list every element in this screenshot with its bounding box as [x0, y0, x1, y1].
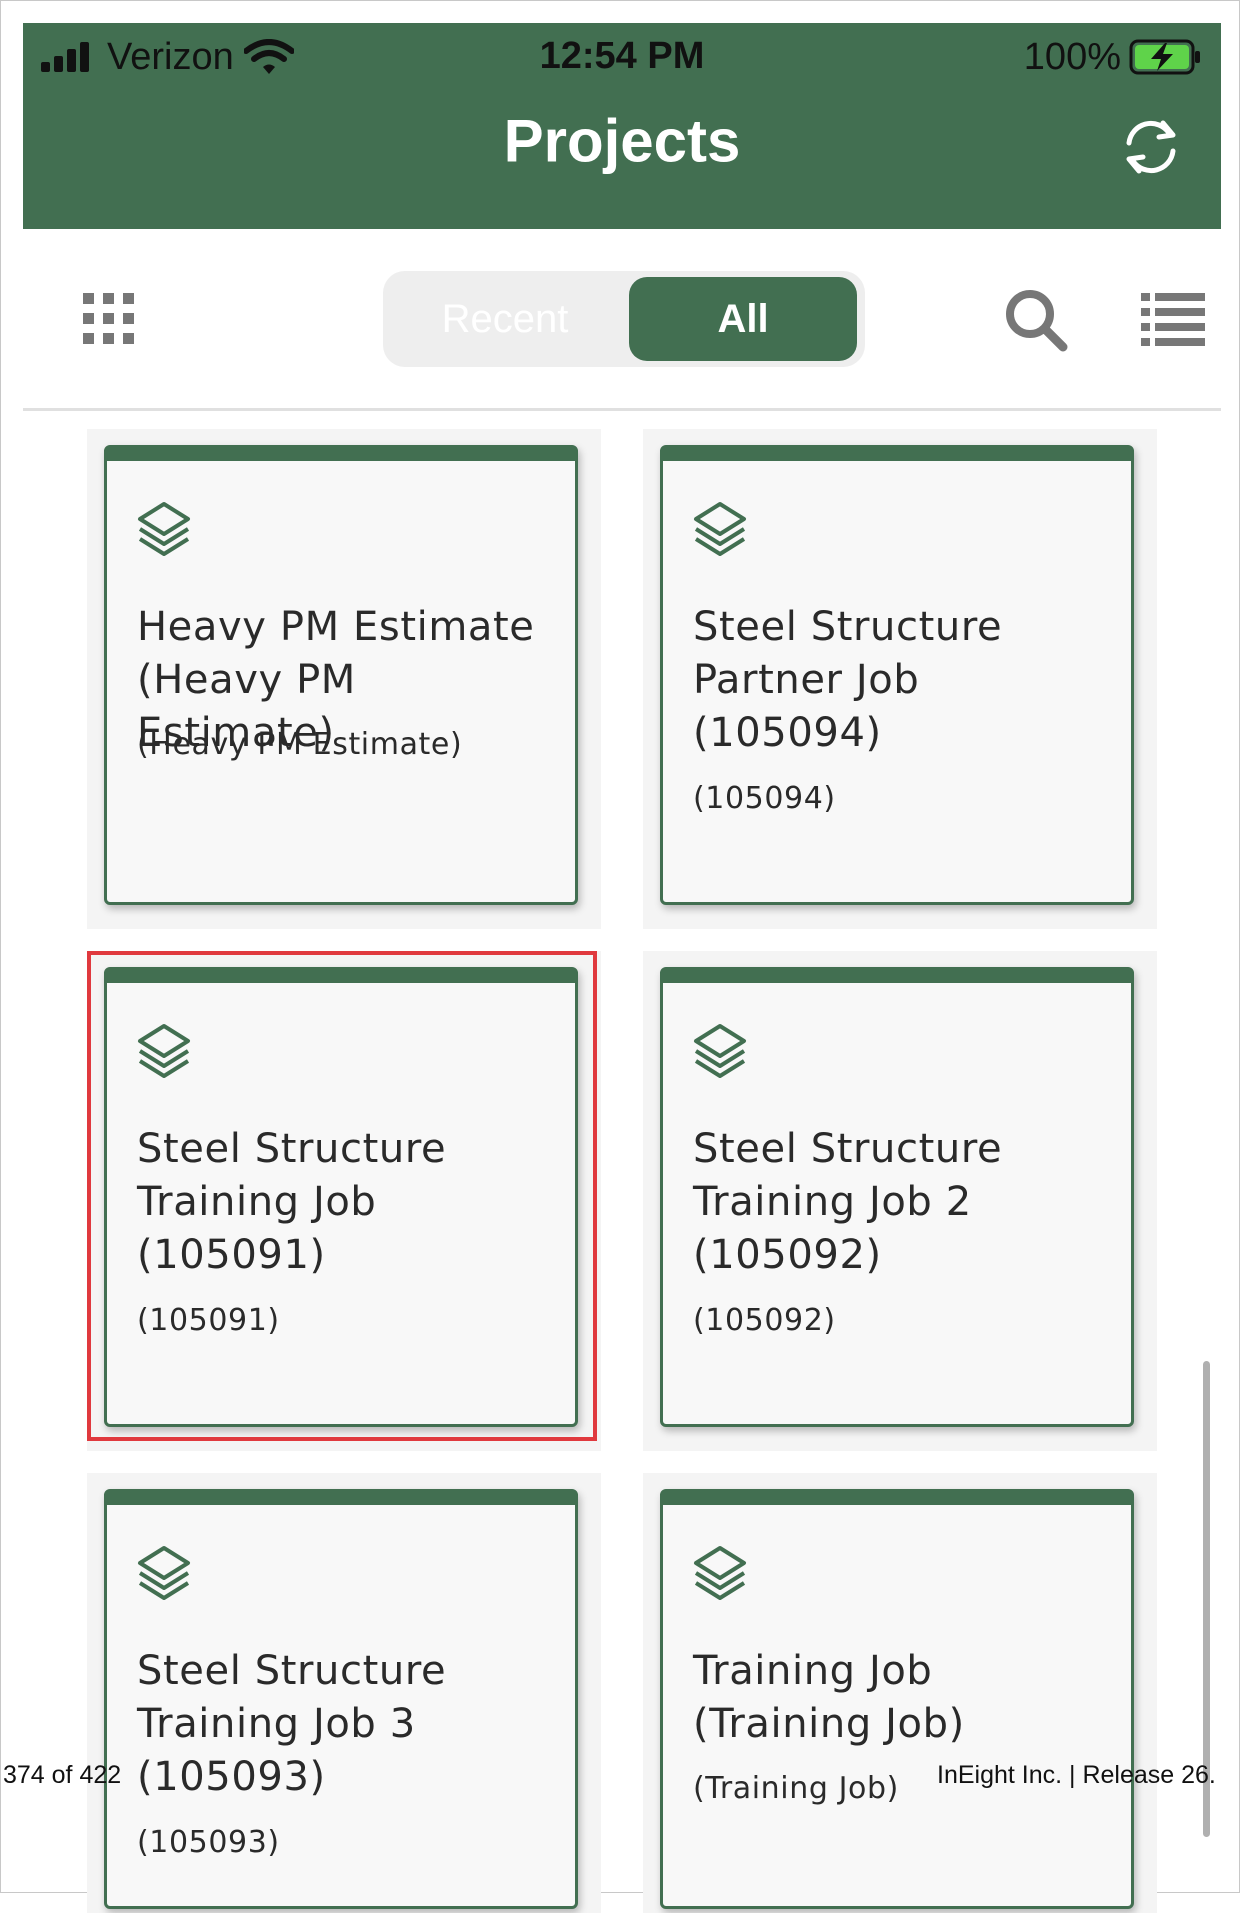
page-number: 374 of 422 — [3, 1761, 122, 1789]
screenshot-frame: Verizon 12:54 PM 100% Projects Recent Al… — [0, 0, 1240, 1913]
refresh-icon[interactable] — [1117, 113, 1185, 181]
battery-charging-icon — [1129, 39, 1200, 75]
recent-all-segmented-control: Recent All — [383, 271, 865, 367]
toolbar-divider — [23, 408, 1221, 411]
battery-percent: 100% — [1023, 35, 1121, 78]
project-subtitle: (105093) — [137, 1825, 280, 1860]
layers-icon — [694, 1024, 746, 1078]
project-card[interactable]: Steel Structure Training Job 3 (105093) … — [104, 1489, 578, 1909]
project-card[interactable]: Training Job (Training Job) (Training Jo… — [660, 1489, 1134, 1909]
project-card[interactable]: Steel Structure Partner Job (105094) (10… — [660, 445, 1134, 905]
footer-company: InEight Inc. | Release 26. — [937, 1761, 1216, 1789]
toolbar: Recent All — [23, 229, 1221, 409]
status-battery: 100% — [1024, 35, 1203, 79]
project-subtitle: (105092) — [693, 1303, 836, 1338]
segment-all[interactable]: All — [629, 277, 857, 361]
selection-highlight — [87, 951, 597, 1441]
search-icon[interactable] — [1003, 287, 1069, 353]
layers-icon — [694, 502, 746, 556]
list-view-icon[interactable] — [1141, 293, 1205, 347]
layers-icon — [694, 1546, 746, 1600]
project-title: Training Job (Training Job) — [693, 1648, 965, 1747]
project-title: Steel Structure Training Job 2 (105092) — [693, 1126, 1003, 1278]
segment-recent[interactable]: Recent — [383, 271, 627, 367]
project-subtitle: (105094) — [693, 781, 836, 816]
project-subtitle: (Heavy PM Estimate) — [137, 727, 463, 762]
project-card[interactable]: Steel Structure Training Job 2 (105092) … — [660, 967, 1134, 1427]
grid-icon[interactable] — [81, 291, 137, 347]
document-footer: 374 of 422 InEight Inc. | Release 26. — [1, 1761, 1240, 1791]
app-header: Verizon 12:54 PM 100% Projects — [23, 23, 1221, 229]
project-title: Steel Structure Partner Job (105094) — [693, 604, 1003, 756]
page-title: Projects — [503, 107, 741, 175]
layers-icon — [138, 502, 190, 556]
layers-icon — [138, 1546, 190, 1600]
project-card[interactable]: Heavy PM Estimate (Heavy PM Estimate) (H… — [104, 445, 578, 905]
